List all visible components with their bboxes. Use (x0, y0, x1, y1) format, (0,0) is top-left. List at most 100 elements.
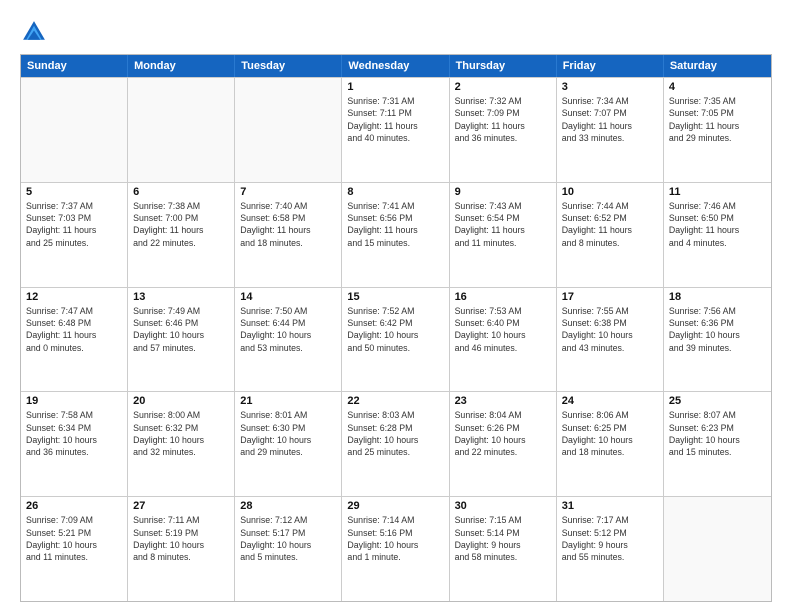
cal-cell-week5-day5: 30 Sunrise: 7:15 AM Sunset: 5:14 PM Dayli… (450, 497, 557, 601)
day-number: 7 (240, 186, 336, 198)
day-detail: Sunrise: 7:09 AM Sunset: 5:21 PM Dayligh… (26, 514, 122, 563)
cal-cell-week1-day4: 1 Sunrise: 7:31 AM Sunset: 7:11 PM Daylig… (342, 78, 449, 182)
cal-header-saturday: Saturday (664, 55, 771, 77)
day-detail: Sunrise: 7:35 AM Sunset: 7:05 PM Dayligh… (669, 95, 766, 144)
cal-cell-week2-day2: 6 Sunrise: 7:38 AM Sunset: 7:00 PM Daylig… (128, 183, 235, 287)
cal-cell-week4-day1: 19Sunrise: 7:58 AM Sunset: 6:34 PM Dayli… (21, 392, 128, 496)
day-detail: Sunrise: 7:17 AM Sunset: 5:12 PM Dayligh… (562, 514, 658, 563)
cal-cell-week4-day4: 22Sunrise: 8:03 AM Sunset: 6:28 PM Dayli… (342, 392, 449, 496)
day-number: 9 (455, 186, 551, 198)
cal-cell-week1-day2 (128, 78, 235, 182)
day-number: 11 (669, 186, 766, 198)
day-number: 26 (26, 500, 122, 512)
day-number: 8 (347, 186, 443, 198)
day-detail: Sunrise: 8:03 AM Sunset: 6:28 PM Dayligh… (347, 409, 443, 458)
header (20, 18, 772, 46)
cal-cell-week5-day3: 28 Sunrise: 7:12 AM Sunset: 5:17 PM Dayli… (235, 497, 342, 601)
cal-cell-week3-day6: 17 Sunrise: 7:55 AM Sunset: 6:38 PM Dayli… (557, 288, 664, 392)
cal-cell-week1-day3 (235, 78, 342, 182)
cal-cell-week2-day4: 8 Sunrise: 7:41 AM Sunset: 6:56 PM Daylig… (342, 183, 449, 287)
cal-cell-week5-day2: 27 Sunrise: 7:11 AM Sunset: 5:19 PM Dayli… (128, 497, 235, 601)
calendar-week-2: 5Sunrise: 7:37 AM Sunset: 7:03 PM Daylig… (21, 182, 771, 287)
logo-icon (20, 18, 48, 46)
day-detail: Sunrise: 8:07 AM Sunset: 6:23 PM Dayligh… (669, 409, 766, 458)
cal-cell-week1-day7: 4 Sunrise: 7:35 AM Sunset: 7:05 PM Daylig… (664, 78, 771, 182)
day-detail: Sunrise: 8:01 AM Sunset: 6:30 PM Dayligh… (240, 409, 336, 458)
cal-cell-week2-day3: 7 Sunrise: 7:40 AM Sunset: 6:58 PM Daylig… (235, 183, 342, 287)
calendar-week-4: 19Sunrise: 7:58 AM Sunset: 6:34 PM Dayli… (21, 391, 771, 496)
day-number: 18 (669, 291, 766, 303)
day-detail: Sunrise: 7:46 AM Sunset: 6:50 PM Dayligh… (669, 200, 766, 249)
day-detail: Sunrise: 7:50 AM Sunset: 6:44 PM Dayligh… (240, 305, 336, 354)
day-detail: Sunrise: 7:38 AM Sunset: 7:00 PM Dayligh… (133, 200, 229, 249)
calendar-header-row: SundayMondayTuesdayWednesdayThursdayFrid… (21, 55, 771, 77)
day-number: 25 (669, 395, 766, 407)
cal-cell-week2-day1: 5Sunrise: 7:37 AM Sunset: 7:03 PM Daylig… (21, 183, 128, 287)
cal-header-friday: Friday (557, 55, 664, 77)
cal-cell-week3-day3: 14 Sunrise: 7:50 AM Sunset: 6:44 PM Dayli… (235, 288, 342, 392)
cal-cell-week3-day2: 13 Sunrise: 7:49 AM Sunset: 6:46 PM Dayli… (128, 288, 235, 392)
day-number: 10 (562, 186, 658, 198)
cal-cell-week4-day3: 21Sunrise: 8:01 AM Sunset: 6:30 PM Dayli… (235, 392, 342, 496)
cal-cell-week3-day4: 15Sunrise: 7:52 AM Sunset: 6:42 PM Dayli… (342, 288, 449, 392)
calendar-week-5: 26 Sunrise: 7:09 AM Sunset: 5:21 PM Dayli… (21, 496, 771, 601)
day-detail: Sunrise: 8:06 AM Sunset: 6:25 PM Dayligh… (562, 409, 658, 458)
day-number: 14 (240, 291, 336, 303)
day-number: 29 (347, 500, 443, 512)
day-number: 5 (26, 186, 122, 198)
day-number: 4 (669, 81, 766, 93)
day-detail: Sunrise: 7:32 AM Sunset: 7:09 PM Dayligh… (455, 95, 551, 144)
day-number: 30 (455, 500, 551, 512)
day-number: 1 (347, 81, 443, 93)
day-number: 23 (455, 395, 551, 407)
day-detail: Sunrise: 7:15 AM Sunset: 5:14 PM Dayligh… (455, 514, 551, 563)
day-number: 27 (133, 500, 229, 512)
day-detail: Sunrise: 8:04 AM Sunset: 6:26 PM Dayligh… (455, 409, 551, 458)
calendar: SundayMondayTuesdayWednesdayThursdayFrid… (20, 54, 772, 602)
day-detail: Sunrise: 7:52 AM Sunset: 6:42 PM Dayligh… (347, 305, 443, 354)
cal-cell-week3-day1: 12 Sunrise: 7:47 AM Sunset: 6:48 PM Dayli… (21, 288, 128, 392)
cal-cell-week2-day5: 9Sunrise: 7:43 AM Sunset: 6:54 PM Daylig… (450, 183, 557, 287)
calendar-body: 1 Sunrise: 7:31 AM Sunset: 7:11 PM Daylig… (21, 77, 771, 601)
day-number: 28 (240, 500, 336, 512)
day-detail: Sunrise: 7:12 AM Sunset: 5:17 PM Dayligh… (240, 514, 336, 563)
day-number: 13 (133, 291, 229, 303)
day-detail: Sunrise: 7:14 AM Sunset: 5:16 PM Dayligh… (347, 514, 443, 563)
cal-cell-week1-day6: 3 Sunrise: 7:34 AM Sunset: 7:07 PM Daylig… (557, 78, 664, 182)
cal-header-wednesday: Wednesday (342, 55, 449, 77)
day-detail: Sunrise: 7:53 AM Sunset: 6:40 PM Dayligh… (455, 305, 551, 354)
day-detail: Sunrise: 7:41 AM Sunset: 6:56 PM Dayligh… (347, 200, 443, 249)
logo (20, 18, 52, 46)
day-detail: Sunrise: 7:49 AM Sunset: 6:46 PM Dayligh… (133, 305, 229, 354)
day-detail: Sunrise: 8:00 AM Sunset: 6:32 PM Dayligh… (133, 409, 229, 458)
cal-cell-week5-day7 (664, 497, 771, 601)
day-detail: Sunrise: 7:55 AM Sunset: 6:38 PM Dayligh… (562, 305, 658, 354)
page: SundayMondayTuesdayWednesdayThursdayFrid… (0, 0, 792, 612)
cal-cell-week4-day2: 20 Sunrise: 8:00 AM Sunset: 6:32 PM Dayli… (128, 392, 235, 496)
cal-cell-week3-day7: 18Sunrise: 7:56 AM Sunset: 6:36 PM Dayli… (664, 288, 771, 392)
cal-cell-week5-day1: 26 Sunrise: 7:09 AM Sunset: 5:21 PM Dayli… (21, 497, 128, 601)
day-number: 3 (562, 81, 658, 93)
day-detail: Sunrise: 7:40 AM Sunset: 6:58 PM Dayligh… (240, 200, 336, 249)
cal-cell-week2-day7: 11 Sunrise: 7:46 AM Sunset: 6:50 PM Dayli… (664, 183, 771, 287)
day-number: 31 (562, 500, 658, 512)
cal-cell-week3-day5: 16Sunrise: 7:53 AM Sunset: 6:40 PM Dayli… (450, 288, 557, 392)
day-detail: Sunrise: 7:11 AM Sunset: 5:19 PM Dayligh… (133, 514, 229, 563)
cal-cell-week5-day4: 29 Sunrise: 7:14 AM Sunset: 5:16 PM Dayli… (342, 497, 449, 601)
day-detail: Sunrise: 7:31 AM Sunset: 7:11 PM Dayligh… (347, 95, 443, 144)
day-detail: Sunrise: 7:34 AM Sunset: 7:07 PM Dayligh… (562, 95, 658, 144)
day-detail: Sunrise: 7:47 AM Sunset: 6:48 PM Dayligh… (26, 305, 122, 354)
cal-cell-week1-day5: 2Sunrise: 7:32 AM Sunset: 7:09 PM Daylig… (450, 78, 557, 182)
day-number: 20 (133, 395, 229, 407)
calendar-week-1: 1 Sunrise: 7:31 AM Sunset: 7:11 PM Daylig… (21, 77, 771, 182)
cal-header-monday: Monday (128, 55, 235, 77)
calendar-week-3: 12 Sunrise: 7:47 AM Sunset: 6:48 PM Dayli… (21, 287, 771, 392)
day-detail: Sunrise: 7:44 AM Sunset: 6:52 PM Dayligh… (562, 200, 658, 249)
day-number: 24 (562, 395, 658, 407)
day-number: 12 (26, 291, 122, 303)
day-number: 6 (133, 186, 229, 198)
day-number: 19 (26, 395, 122, 407)
cal-cell-week4-day7: 25 Sunrise: 8:07 AM Sunset: 6:23 PM Dayli… (664, 392, 771, 496)
day-number: 17 (562, 291, 658, 303)
cal-cell-week4-day6: 24 Sunrise: 8:06 AM Sunset: 6:25 PM Dayli… (557, 392, 664, 496)
